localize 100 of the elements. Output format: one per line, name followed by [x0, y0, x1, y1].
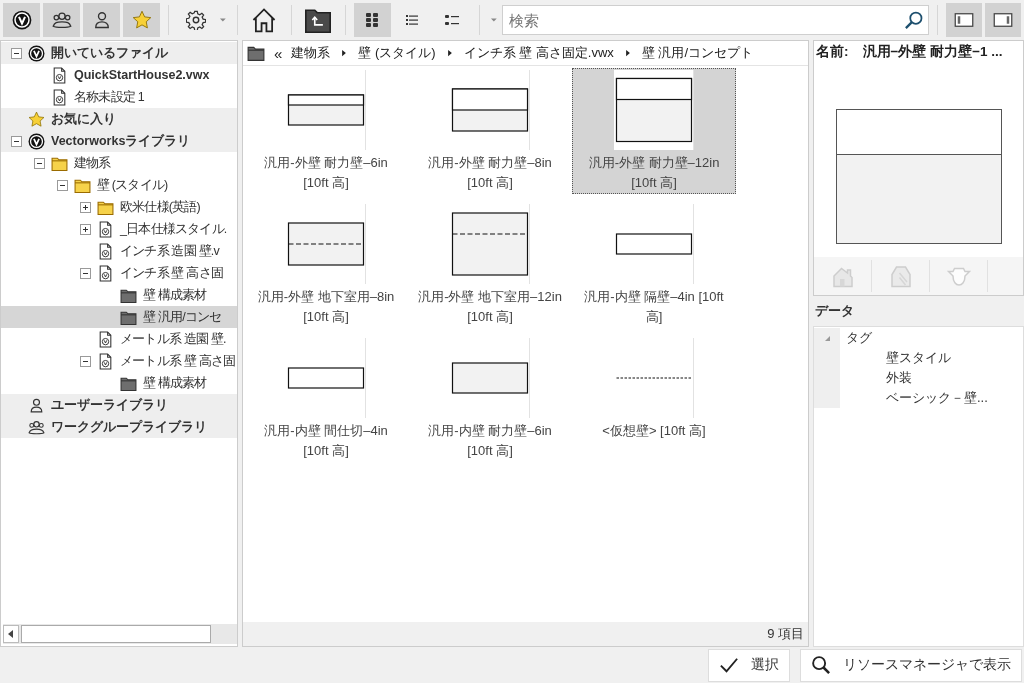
expander-icon[interactable]: [11, 47, 22, 59]
tree-item[interactable]: インチ系 壁 高さ固: [1, 262, 237, 284]
tree-item-label: 名称未設定 1: [74, 88, 144, 106]
row-gutter: [814, 388, 840, 408]
tree-item[interactable]: インチ系 造園 壁.v: [1, 240, 237, 262]
expander-icon[interactable]: [57, 179, 68, 191]
resource-item[interactable]: 汎用-外壁 耐力壁–8in [10ft 高]: [408, 68, 572, 194]
tree-item[interactable]: 壁 汎用/コンセ: [1, 306, 237, 328]
tree-item[interactable]: 壁 (スタイル): [1, 174, 237, 196]
logo-icon: [28, 44, 45, 62]
library-filter-button[interactable]: [3, 3, 40, 37]
settings-icon: [185, 10, 206, 30]
panel-icon: [953, 10, 974, 30]
tree-item[interactable]: 建物系: [1, 152, 237, 174]
view-mode-button[interactable]: [353, 3, 391, 37]
tree-item[interactable]: 名称未設定 1: [1, 86, 237, 108]
expander-icon[interactable]: [80, 201, 91, 213]
tree-item[interactable]: 壁 構成素材: [1, 284, 237, 306]
expander-icon[interactable]: [80, 223, 91, 235]
search-icon: [811, 655, 831, 675]
user-icon: [28, 396, 45, 414]
group-icon: [28, 418, 45, 436]
resource-item[interactable]: 汎用-外壁 耐力壁–6in [10ft 高]: [244, 68, 408, 194]
star-icon: [131, 10, 152, 30]
breadcrumb-item[interactable]: インチ系 壁 高さ固定.vwx: [463, 44, 614, 62]
pane-toggle-button[interactable]: [984, 3, 1021, 37]
tree-item-label: ユーザーライブラリ: [51, 396, 168, 414]
resource-item-label: 汎用-外壁 地下室用–12in [10ft 高]: [417, 288, 563, 326]
name-label: 名前:: [816, 43, 849, 61]
horizontal-scrollbar[interactable]: [3, 624, 237, 644]
resource-item-label: 汎用-外壁 耐力壁–6in [10ft 高]: [263, 154, 389, 192]
resource-item[interactable]: 汎用-外壁 耐力壁–12in [10ft 高]: [572, 68, 736, 194]
expander-icon[interactable]: [11, 135, 22, 147]
tree-item[interactable]: メートル系 壁 高さ固: [1, 350, 237, 372]
item-count: 9 項目: [767, 625, 804, 643]
breadcrumb-item[interactable]: 壁 汎用/コンセプト: [641, 44, 754, 62]
file-icon: [97, 220, 114, 238]
tree-item-label: Vectorworksライブラリ: [51, 132, 191, 150]
resource-item[interactable]: <仮想壁> [10ft 高]: [572, 336, 736, 462]
resource-item-label: 汎用-外壁 耐力壁–12in [10ft 高]: [587, 154, 721, 192]
tree-item[interactable]: メートル系 造園 壁.: [1, 328, 237, 350]
file-icon: [51, 66, 68, 84]
tree-item-label: メートル系 造園 壁.: [120, 330, 226, 348]
data-section-title: データ: [815, 302, 854, 320]
tree-item[interactable]: ユーザーライブラリ: [1, 394, 237, 416]
house-icon: [251, 7, 278, 33]
file-icon: [97, 264, 114, 282]
library-filter-button[interactable]: [43, 3, 81, 37]
folder-up-icon: [305, 7, 332, 33]
list-view-icon: [404, 12, 421, 28]
tag-label: ベーシック－壁...: [885, 389, 988, 407]
tree-item-label: 開いているファイル: [51, 44, 168, 62]
tree-item-label: インチ系 壁 高さ固: [120, 264, 223, 282]
breadcrumb-overflow[interactable]: «: [274, 44, 283, 62]
search-field[interactable]: 検索: [502, 5, 929, 35]
tree-item[interactable]: _日本仕様スタイル.: [1, 218, 237, 240]
tree-item-label: 壁 汎用/コンセ: [143, 308, 222, 326]
pane-toggle-button[interactable]: [945, 3, 982, 37]
resource-item-label: 汎用-内壁 隔壁–4in [10ft 高]: [583, 288, 725, 326]
file-icon: [97, 242, 114, 260]
file-icon: [97, 330, 114, 348]
star-icon: [28, 110, 45, 128]
resource-item[interactable]: 汎用-外壁 地下室用–8in [10ft 高]: [244, 202, 408, 328]
tree-item-label: 壁 構成素材: [143, 286, 207, 304]
folder-icon: [247, 44, 265, 62]
resource-item[interactable]: 汎用-内壁 耐力壁–6in [10ft 高]: [408, 336, 572, 462]
action-button[interactable]: 選択: [708, 648, 790, 682]
search-icon[interactable]: [903, 10, 924, 30]
solid-icon: [888, 264, 913, 288]
tag-label: 壁スタイル: [885, 349, 951, 367]
action-button[interactable]: リソースマネージャで表示: [800, 648, 1022, 682]
resource-item[interactable]: 汎用-内壁 間仕切–4in [10ft 高]: [244, 336, 408, 462]
expander-icon[interactable]: [80, 355, 91, 367]
breadcrumb-item[interactable]: 壁 (スタイル): [358, 44, 436, 62]
resource-item-label: <仮想壁> [10ft 高]: [601, 422, 707, 440]
tag-label: 外装: [885, 369, 912, 387]
tree-item-label: _日本仕様スタイル.: [120, 220, 227, 238]
tree-item-label: メートル系 壁 高さ固: [120, 352, 236, 370]
check-icon: [719, 655, 739, 675]
tree-item-label: ワークグループライブラリ: [51, 418, 207, 436]
tree-item[interactable]: ワークグループライブラリ: [1, 416, 237, 438]
resource-item[interactable]: 汎用-内壁 隔壁–4in [10ft 高]: [572, 202, 736, 328]
library-filter-button[interactable]: [83, 3, 121, 37]
resource-item-label: 汎用-外壁 耐力壁–8in [10ft 高]: [427, 154, 553, 192]
tree-item-label: お気に入り: [51, 110, 116, 128]
resource-item-label: 汎用-外壁 地下室用–8in [10ft 高]: [256, 288, 396, 326]
tree-item[interactable]: お気に入り: [1, 108, 237, 130]
resource-item[interactable]: 汎用-外壁 地下室用–12in [10ft 高]: [408, 202, 572, 328]
tree-item[interactable]: 欧米仕様(英語): [1, 196, 237, 218]
group-icon: [51, 10, 72, 30]
tree-item[interactable]: QuickStartHouse2.vwx: [1, 64, 237, 86]
tree-item[interactable]: 開いているファイル: [1, 42, 237, 64]
breadcrumb-item[interactable]: 建物系: [291, 44, 331, 62]
expander-icon[interactable]: [34, 157, 45, 169]
tree-item[interactable]: 壁 構成素材: [1, 372, 237, 394]
scrollbar-thumb[interactable]: [21, 625, 211, 643]
expander-icon[interactable]: [80, 267, 91, 279]
tree-item[interactable]: Vectorworksライブラリ: [1, 130, 237, 152]
tree-item-label: インチ系 造園 壁.v: [120, 242, 219, 260]
logo-icon: [11, 10, 32, 30]
